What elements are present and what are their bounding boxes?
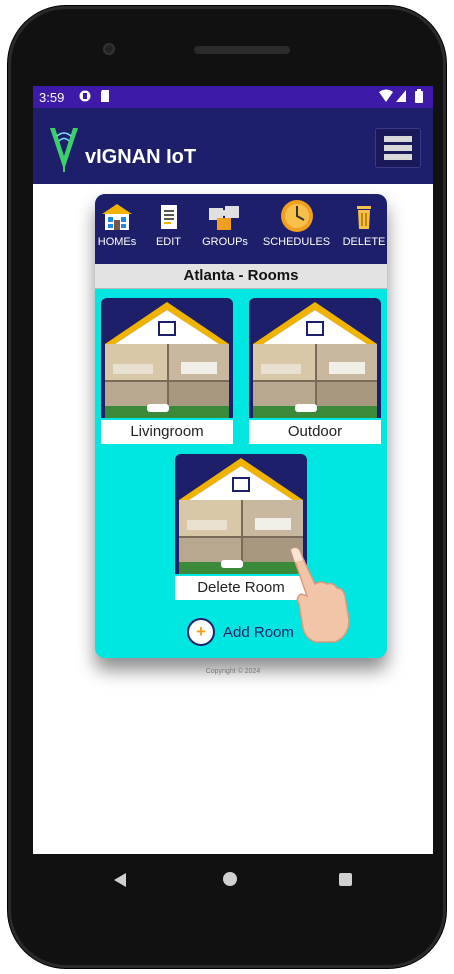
app-screen: 3:59 vIGNAN IoT HOMEs EDIT GROUPs SCHEDU…	[33, 86, 433, 854]
schedules-button[interactable]: SCHEDULES	[262, 194, 332, 264]
notification-icon	[79, 90, 91, 102]
back-nav-icon[interactable]	[113, 872, 127, 888]
pointing-hand-icon	[290, 547, 350, 643]
menu-bar-icon	[384, 154, 412, 160]
vignan-logo-icon	[50, 128, 78, 172]
status-bar: 3:59	[33, 86, 433, 108]
homes-button[interactable]: HOMEs	[95, 194, 139, 264]
battery-icon	[415, 89, 423, 103]
delete-label: DELETE	[342, 236, 386, 248]
add-room-button[interactable]: + Add Room	[187, 618, 294, 646]
recents-nav-icon[interactable]	[339, 873, 352, 886]
edit-label: EDIT	[155, 236, 182, 248]
signal-icon	[396, 90, 406, 102]
schedules-label: SCHEDULES	[262, 236, 331, 248]
room-card-outdoor[interactable]: Outdoor	[249, 298, 381, 446]
room-label: Livingroom	[101, 420, 233, 444]
house-roof-icon	[253, 302, 377, 418]
wifi-icon	[379, 89, 393, 102]
room-image	[249, 298, 381, 418]
puzzle-groups-icon	[209, 206, 239, 230]
app-bar: vIGNAN IoT	[33, 108, 433, 184]
clock-schedules-icon	[280, 200, 313, 232]
add-icon: +	[187, 618, 215, 646]
rooms-toolbar: HOMEs EDIT GROUPs SCHEDULES DELETE	[95, 194, 387, 264]
groups-label: GROUPs	[202, 236, 248, 248]
room-label: Outdoor	[249, 420, 381, 444]
menu-bar-icon	[384, 145, 412, 151]
groups-button[interactable]: GROUPs	[198, 194, 252, 264]
homes-label: HOMEs	[97, 236, 137, 248]
trash-delete-icon	[357, 206, 371, 229]
front-camera	[103, 43, 115, 55]
app-title: vIGNAN IoT	[85, 146, 197, 168]
menu-bar-icon	[384, 136, 412, 142]
earpiece-speaker	[194, 46, 290, 54]
delete-button[interactable]: DELETE	[341, 194, 387, 264]
room-card-livingroom[interactable]: Livingroom	[101, 298, 233, 446]
rooms-header: Atlanta - Rooms	[95, 264, 387, 289]
edit-button[interactable]: EDIT	[149, 194, 189, 264]
sd-card-icon	[101, 90, 109, 102]
home-nav-icon[interactable]	[223, 872, 237, 886]
copyright-text: Copyright © 2024	[205, 668, 261, 675]
hamburger-menu-button[interactable]	[375, 128, 421, 168]
room-image	[101, 298, 233, 418]
home-building-icon	[102, 204, 132, 230]
system-nav-bar	[33, 854, 433, 906]
status-time: 3:59	[39, 90, 65, 105]
house-roof-icon	[105, 302, 229, 418]
edit-document-icon	[160, 205, 177, 229]
add-room-label: Add Room	[223, 623, 294, 641]
